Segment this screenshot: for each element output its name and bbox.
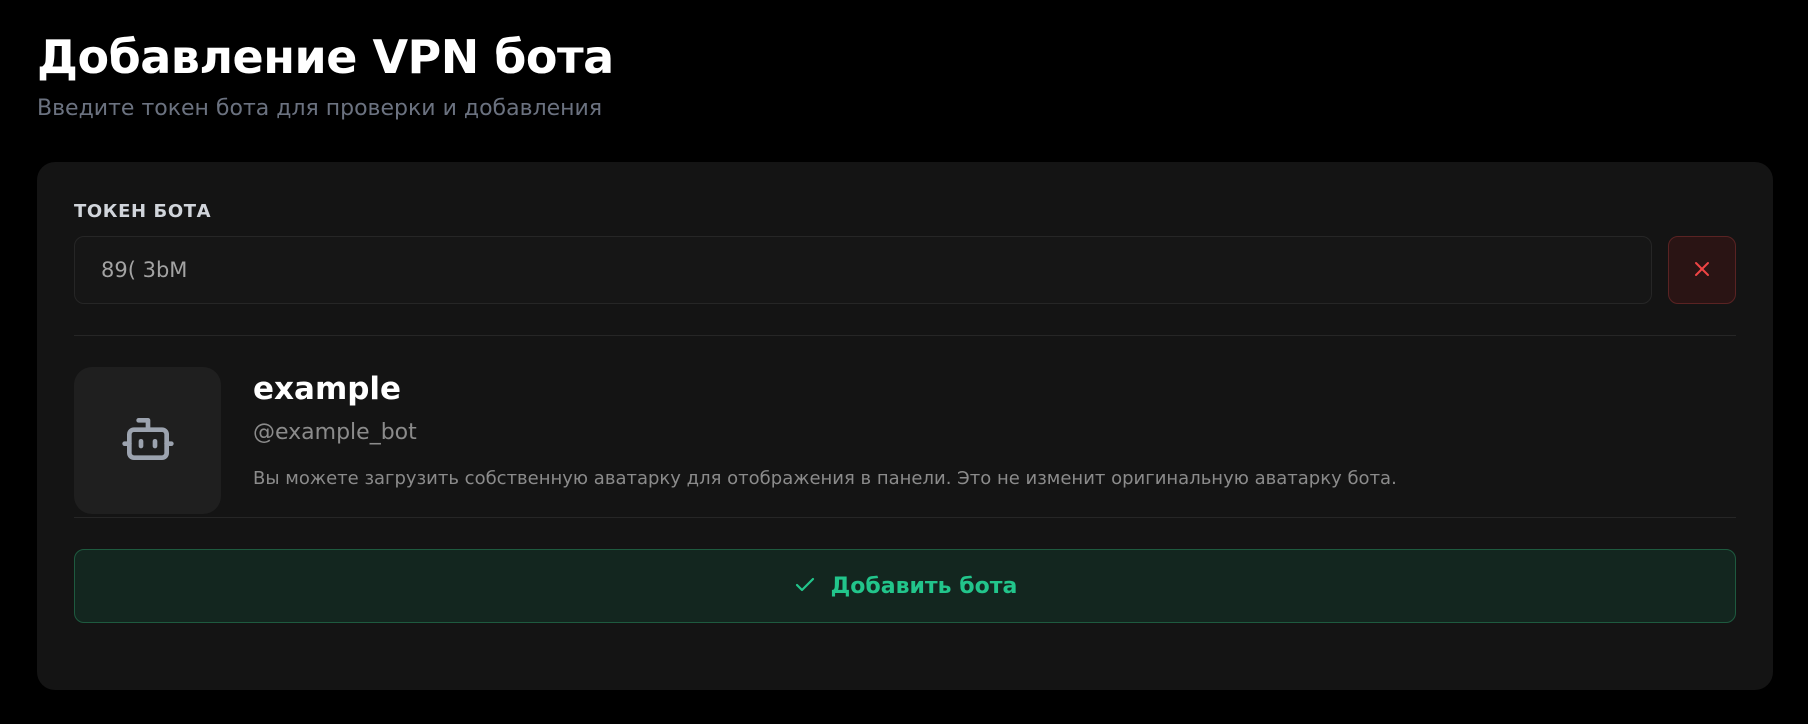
page: Добавление VPN бота Введите токен бота д… [0,0,1808,724]
clear-token-button[interactable] [1668,236,1736,304]
add-bot-button-label: Добавить бота [830,573,1018,599]
token-row [74,236,1736,304]
bot-username: @example_bot [253,420,417,445]
check-icon [793,573,817,600]
token-input[interactable] [74,236,1653,304]
add-bot-card: ТОКЕН БОТА 89(3bM example @example_bot … [37,162,1773,690]
add-bot-button[interactable]: Добавить бота [74,549,1736,623]
bot-icon [120,411,176,471]
divider [74,517,1736,518]
page-title: Добавление VPN бота [37,30,614,84]
close-icon [1692,259,1712,282]
token-field-label: ТОКЕН БОТА [74,201,212,222]
bot-details: example @example_bot Вы можете загрузить… [253,367,1397,491]
avatar-hint: Вы можете загрузить собственную аватарку… [253,468,1397,489]
bot-name: example [253,371,402,407]
bot-info: example @example_bot Вы можете загрузить… [74,336,1736,517]
bot-avatar[interactable] [74,367,221,514]
page-subtitle: Введите токен бота для проверки и добавл… [37,96,603,121]
